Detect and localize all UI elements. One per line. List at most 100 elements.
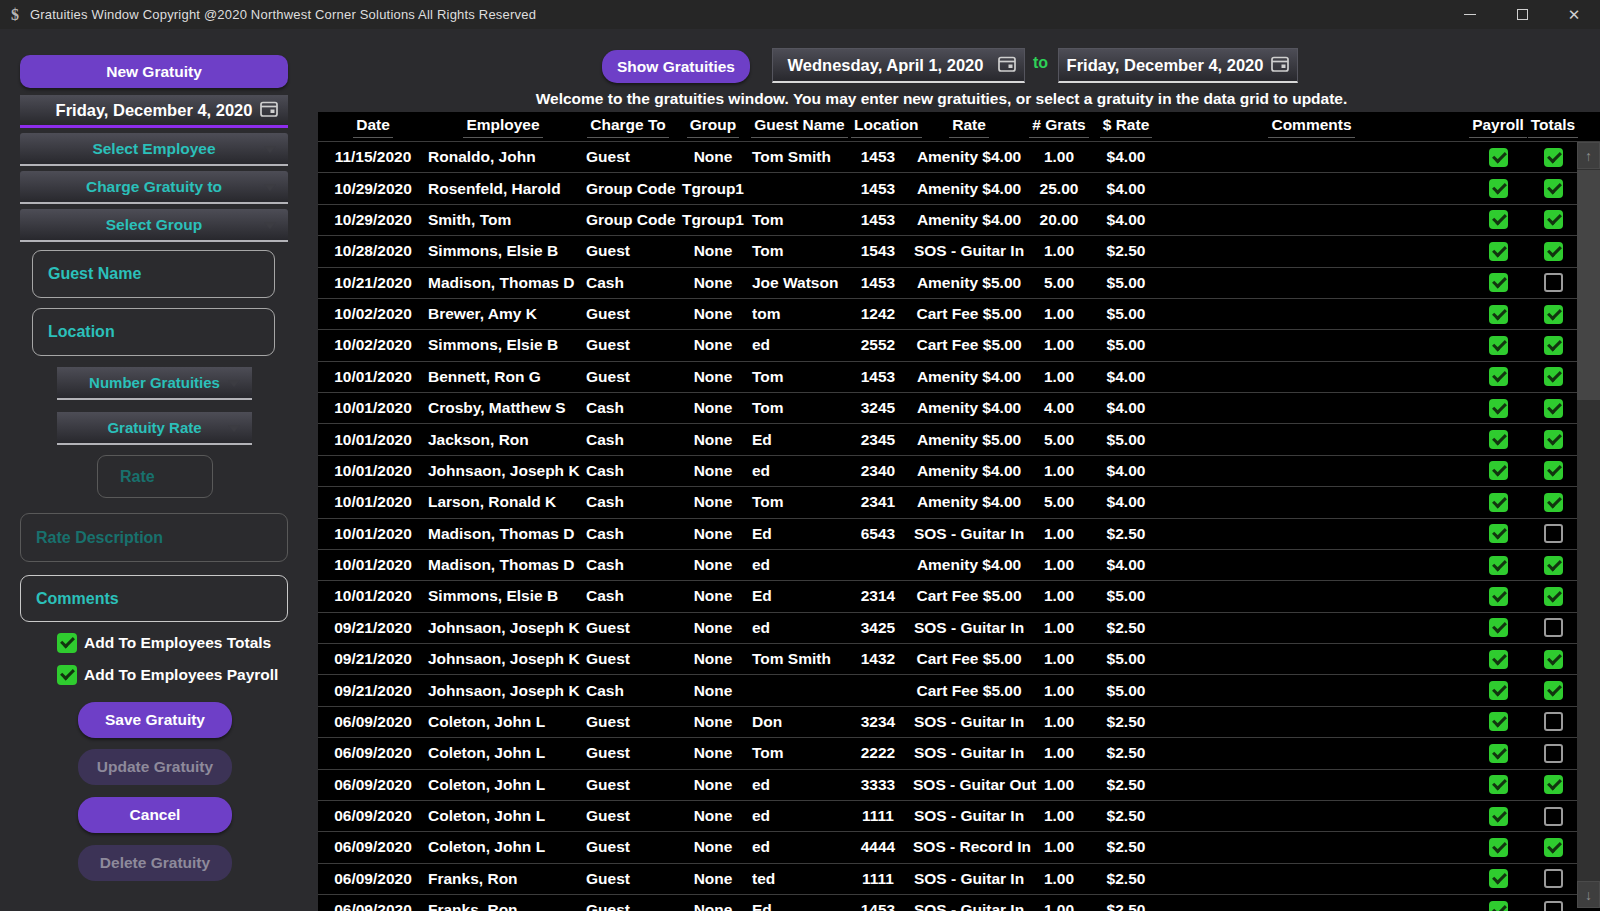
grid-row[interactable]: 10/01/2020Crosby, Matthew SCashNoneTom32…	[318, 393, 1600, 424]
minimize-button[interactable]	[1444, 0, 1496, 29]
grid-row[interactable]: 10/02/2020Brewer, Amy KGuestNonetom1242C…	[318, 299, 1600, 330]
payroll-checkbox[interactable]	[1489, 807, 1508, 826]
grid-row[interactable]: 10/01/2020Simmons, Elsie BCashNoneEd2314…	[318, 581, 1600, 612]
grid-row[interactable]: 06/09/2020Franks, RonGuestNoneEd1453SOS …	[318, 895, 1600, 911]
payroll-checkbox[interactable]	[1489, 524, 1508, 543]
payroll-checkbox[interactable]	[1489, 556, 1508, 575]
payroll-checkbox[interactable]	[1489, 305, 1508, 324]
payroll-checkbox[interactable]	[1489, 179, 1508, 198]
grid-row[interactable]: 10/01/2020Jackson, RonCashNoneEd2345Amen…	[318, 424, 1600, 455]
totals-checkbox[interactable]	[1544, 869, 1563, 888]
totals-checkbox[interactable]	[1544, 210, 1563, 229]
totals-checkbox[interactable]	[1544, 712, 1563, 731]
payroll-checkbox[interactable]	[1489, 587, 1508, 606]
number-gratuities-dropdown[interactable]: Number Gratuities	[57, 367, 252, 400]
totals-checkbox[interactable]	[1544, 367, 1563, 386]
show-gratuities-button[interactable]: Show Gratuities	[602, 50, 750, 83]
column-header--grats[interactable]: # Grats	[1025, 116, 1093, 138]
totals-checkbox[interactable]	[1544, 242, 1563, 261]
totals-checkbox[interactable]	[1544, 461, 1563, 480]
totals-checkbox[interactable]	[1544, 305, 1563, 324]
payroll-checkbox[interactable]	[1489, 869, 1508, 888]
select-employee-dropdown[interactable]: Select Employee	[20, 133, 288, 166]
totals-checkbox[interactable]	[1544, 838, 1563, 857]
gratuity-rate-dropdown[interactable]: Gratuity Rate	[57, 412, 252, 445]
select-group-dropdown[interactable]: Select Group	[20, 209, 288, 242]
payroll-checkbox[interactable]	[1489, 148, 1508, 167]
grid-row[interactable]: 10/01/2020Madison, Thomas DCashNoneedAme…	[318, 550, 1600, 581]
new-gratuity-button[interactable]: New Gratuity	[20, 55, 288, 88]
totals-checkbox[interactable]	[1544, 618, 1563, 637]
payroll-checkbox[interactable]	[1489, 399, 1508, 418]
maximize-button[interactable]	[1496, 0, 1548, 29]
grid-row[interactable]: 06/09/2020Coleton, John LGuestNoneDon323…	[318, 707, 1600, 738]
payroll-checkbox[interactable]	[1489, 336, 1508, 355]
grid-row[interactable]: 09/21/2020Johnsaon, Joseph KGuestNoneTom…	[318, 644, 1600, 675]
delete-gratuity-button[interactable]: Delete Gratuity	[78, 845, 232, 881]
column-header-payroll[interactable]: Payroll	[1464, 116, 1532, 138]
totals-checkbox[interactable]	[1544, 399, 1563, 418]
totals-checkbox[interactable]	[1544, 430, 1563, 449]
grid-row[interactable]: 10/01/2020Larson, Ronald KCashNoneTom234…	[318, 487, 1600, 518]
grid-row[interactable]: 06/09/2020Coleton, John LGuestNoneTom222…	[318, 738, 1600, 769]
totals-checkbox[interactable]	[1544, 681, 1563, 700]
totals-checkbox[interactable]	[1544, 179, 1563, 198]
grid-row[interactable]: 06/09/2020Coleton, John LGuestNoneed4444…	[318, 832, 1600, 863]
comments-input[interactable]	[20, 575, 288, 622]
payroll-checkbox[interactable]	[1489, 430, 1508, 449]
column-header-charge-to[interactable]: Charge To	[578, 116, 678, 138]
grid-row[interactable]: 10/01/2020Johnsaon, Joseph KCashNoneed23…	[318, 456, 1600, 487]
add-payroll-checkbox-row[interactable]: Add To Employees Payroll	[57, 665, 278, 685]
totals-checkbox[interactable]	[1544, 148, 1563, 167]
grid-row[interactable]: 10/01/2020Madison, Thomas DCashNoneEd654…	[318, 519, 1600, 550]
payroll-checkbox[interactable]	[1489, 493, 1508, 512]
totals-checkbox[interactable]	[1544, 273, 1563, 292]
totals-checkbox[interactable]	[1544, 493, 1563, 512]
close-button[interactable]: ✕	[1548, 0, 1600, 29]
scroll-up-icon[interactable]: ↑	[1577, 142, 1600, 169]
column-header-guest-name[interactable]: Guest Name	[748, 116, 851, 138]
payroll-checkbox[interactable]	[1489, 712, 1508, 731]
totals-checkbox[interactable]	[1544, 336, 1563, 355]
add-totals-checkbox-row[interactable]: Add To Employees Totals	[57, 633, 271, 653]
payroll-checkbox[interactable]	[1489, 650, 1508, 669]
date-from-picker[interactable]: Wednesday, April 1, 2020	[772, 48, 1025, 83]
column-header-date[interactable]: Date	[318, 116, 428, 138]
grid-row[interactable]: 09/21/2020Johnsaon, Joseph KGuestNoneed3…	[318, 613, 1600, 644]
totals-checkbox[interactable]	[1544, 524, 1563, 543]
column-header-employee[interactable]: Employee	[428, 116, 578, 138]
grid-row[interactable]: 10/01/2020Bennett, Ron GGuestNoneTom1453…	[318, 362, 1600, 393]
payroll-checkbox[interactable]	[1489, 838, 1508, 857]
grid-row[interactable]: 10/21/2020Madison, Thomas DCashNoneJoe W…	[318, 268, 1600, 299]
column-header--rate[interactable]: $ Rate	[1093, 116, 1159, 138]
update-gratuity-button[interactable]: Update Gratuity	[78, 749, 232, 785]
column-header-group[interactable]: Group	[678, 116, 748, 138]
totals-checkbox[interactable]	[1544, 650, 1563, 669]
grid-row[interactable]: 06/09/2020Coleton, John LGuestNoneed1111…	[318, 801, 1600, 832]
payroll-checkbox[interactable]	[1489, 210, 1508, 229]
grid-row[interactable]: 11/15/2020Ronaldo, JohnGuestNoneTom Smit…	[318, 142, 1600, 173]
column-header-location[interactable]: Location	[851, 116, 913, 138]
grid-vertical-scrollbar[interactable]: ↑ ↓	[1577, 142, 1600, 908]
grid-row[interactable]: 10/29/2020Smith, TomGroup CodeTgroup1Tom…	[318, 205, 1600, 236]
grid-row[interactable]: 06/09/2020Coleton, John LGuestNoneed3333…	[318, 770, 1600, 801]
payroll-checkbox[interactable]	[1489, 367, 1508, 386]
location-input[interactable]	[32, 308, 275, 356]
totals-checkbox[interactable]	[1544, 556, 1563, 575]
column-header-totals[interactable]: Totals	[1532, 116, 1574, 138]
totals-checkbox[interactable]	[1544, 901, 1563, 911]
payroll-checkbox[interactable]	[1489, 242, 1508, 261]
cancel-button[interactable]: Cancel	[78, 797, 232, 833]
column-header-comments[interactable]: Comments	[1159, 116, 1464, 138]
payroll-checkbox[interactable]	[1489, 618, 1508, 637]
column-header-rate[interactable]: Rate	[913, 116, 1025, 138]
grid-row[interactable]: 06/09/2020Franks, RonGuestNoneted1111SOS…	[318, 864, 1600, 895]
grid-row[interactable]: 09/21/2020Johnsaon, Joseph KCashNoneCart…	[318, 675, 1600, 706]
grid-row[interactable]: 10/29/2020Rosenfeld, HaroldGroup CodeTgr…	[318, 173, 1600, 204]
totals-checkbox[interactable]	[1544, 744, 1563, 763]
save-gratuity-button[interactable]: Save Gratuity	[78, 702, 232, 738]
payroll-checkbox[interactable]	[1489, 273, 1508, 292]
guest-name-input[interactable]	[32, 250, 275, 298]
payroll-checkbox[interactable]	[1489, 744, 1508, 763]
date-to-picker[interactable]: Friday, December 4, 2020	[1058, 48, 1298, 83]
